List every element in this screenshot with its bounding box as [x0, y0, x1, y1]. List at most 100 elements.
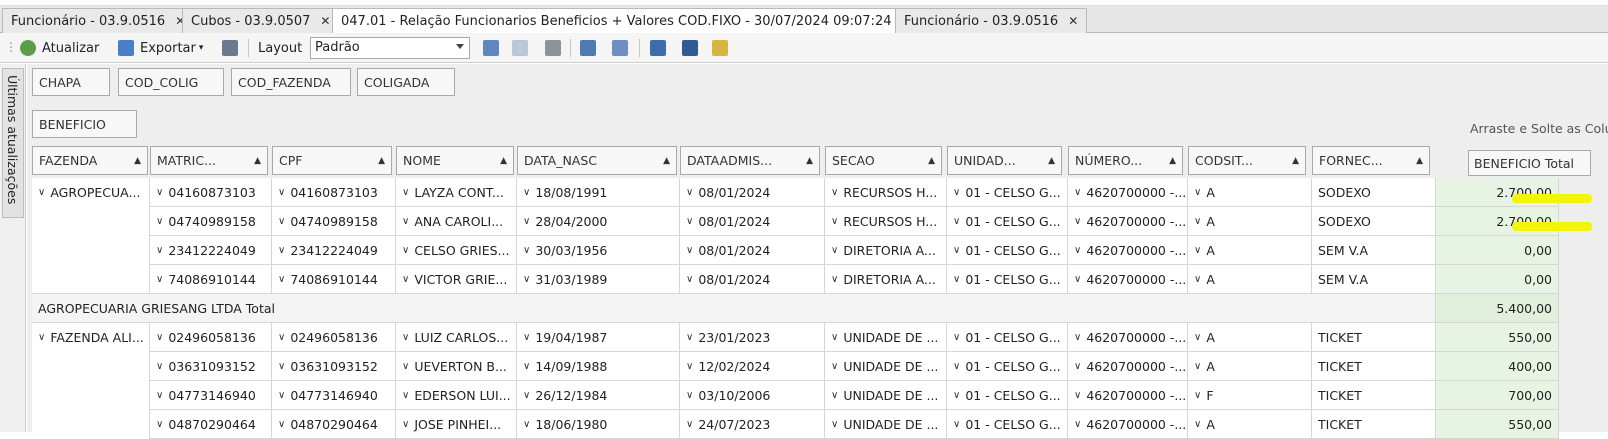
- subtotal-label-cell[interactable]: AGROPECUARIA GRIESANG LTDA Total: [32, 294, 1436, 323]
- close-icon[interactable]: ✕: [1068, 14, 1078, 28]
- table-cell[interactable]: ∨ LUIZ CARLOS...: [396, 323, 517, 352]
- table-cell[interactable]: ∨ UEVERTON B...: [396, 352, 517, 381]
- table-cell[interactable]: ∨ 4620700000 -...: [1068, 352, 1188, 381]
- table-cell[interactable]: ∨ 01 - CELSO G...: [947, 236, 1068, 265]
- table-cell[interactable]: ∨ 02496058136: [150, 323, 272, 352]
- table-cell[interactable]: ∨ 04773146940: [272, 381, 396, 410]
- row-group-cell[interactable]: ∨ FAZENDA ALI...: [32, 323, 150, 352]
- table-cell[interactable]: ∨ 4620700000 -...: [1068, 323, 1188, 352]
- table-cell[interactable]: ∨ 74086910144: [272, 265, 396, 294]
- table-cell[interactable]: ∨ 08/01/2024: [680, 236, 825, 265]
- table-cell[interactable]: ∨ 01 - CELSO G...: [947, 178, 1068, 207]
- table-cell[interactable]: ∨ 18/06/1980: [517, 410, 680, 439]
- table-cell[interactable]: ∨ 4620700000 -...: [1068, 178, 1188, 207]
- table-cell[interactable]: SEM V.A: [1312, 236, 1436, 265]
- filter-field-coligada[interactable]: COLIGADA: [357, 68, 455, 96]
- table-cell[interactable]: ∨ UNIDADE DE ...: [825, 323, 947, 352]
- table-cell[interactable]: ∨ 01 - CELSO G...: [947, 352, 1068, 381]
- tab-relacao-funcionarios[interactable]: 047.01 - Relação Funcionarios Beneficios…: [332, 8, 921, 34]
- column-header-codsituacao[interactable]: CODSIT... ▲: [1188, 146, 1306, 175]
- save-layout-button[interactable]: [483, 37, 499, 59]
- table-cell[interactable]: ∨ DIRETORIA A...: [825, 265, 947, 294]
- table-cell[interactable]: ∨ UNIDADE DE ...: [825, 352, 947, 381]
- table-cell[interactable]: ∨ 4620700000 -...: [1068, 265, 1188, 294]
- sum-button[interactable]: [682, 37, 698, 59]
- table-cell[interactable]: ∨ A: [1188, 323, 1312, 352]
- table-cell[interactable]: ∨ A: [1188, 207, 1312, 236]
- table-cell[interactable]: ∨ 26/12/1984: [517, 381, 680, 410]
- table-cell[interactable]: ∨ 04160873103: [272, 178, 396, 207]
- table-cell[interactable]: ∨ ANA CAROLI...: [396, 207, 517, 236]
- column-header-unidade[interactable]: UNIDAD... ▲: [947, 146, 1062, 175]
- table-cell[interactable]: ∨ 04740989158: [150, 207, 272, 236]
- table-cell[interactable]: ∨ 03631093152: [150, 352, 272, 381]
- table-cell[interactable]: ∨ UNIDADE DE ...: [825, 381, 947, 410]
- filter-field-chapa[interactable]: CHAPA: [32, 68, 110, 96]
- value-header-beneficio-total[interactable]: BENEFICIO Total: [1468, 150, 1591, 176]
- table-cell[interactable]: SEM V.A: [1312, 265, 1436, 294]
- table-cell[interactable]: ∨ UNIDADE DE ...: [825, 410, 947, 439]
- table-cell[interactable]: ∨ 04160873103: [150, 178, 272, 207]
- table-cell[interactable]: ∨ 04870290464: [272, 410, 396, 439]
- side-tab-ultimas-atualizacoes[interactable]: Últimas atualizações: [2, 68, 24, 218]
- table-cell[interactable]: ∨ 28/04/2000: [517, 207, 680, 236]
- subtotal-value-cell[interactable]: 5.400,00: [1436, 294, 1559, 323]
- table-cell[interactable]: SODEXO: [1312, 178, 1436, 207]
- table-cell[interactable]: ∨ 4620700000 -...: [1068, 410, 1188, 439]
- table-cell[interactable]: ∨ 74086910144: [150, 265, 272, 294]
- table-cell[interactable]: TICKET: [1312, 323, 1436, 352]
- table-cell[interactable]: ∨ 18/08/1991: [517, 178, 680, 207]
- filter-field-cod-colig[interactable]: COD_COLIG: [118, 68, 224, 96]
- table-cell[interactable]: ∨ 30/03/1956: [517, 236, 680, 265]
- table-cell[interactable]: ∨ 04740989158: [272, 207, 396, 236]
- value-cell[interactable]: 700,00: [1436, 381, 1559, 410]
- tab-funcionario-2[interactable]: Funcionário - 03.9.0516 ✕: [895, 8, 1088, 33]
- table-cell[interactable]: ∨ EDERSON LUI...: [396, 381, 517, 410]
- table-cell[interactable]: ∨ 4620700000 -...: [1068, 236, 1188, 265]
- table-cell[interactable]: ∨ VICTOR GRIE...: [396, 265, 517, 294]
- table-cell[interactable]: ∨ A: [1188, 265, 1312, 294]
- value-cell[interactable]: 550,00: [1436, 410, 1559, 439]
- table-cell[interactable]: ∨ 23/01/2023: [680, 323, 825, 352]
- table-cell[interactable]: ∨ JOSE PINHEI...: [396, 410, 517, 439]
- copy-layout-button[interactable]: [512, 37, 528, 59]
- table-cell[interactable]: ∨ CELSO GRIES...: [396, 236, 517, 265]
- table-cell[interactable]: ∨ 08/01/2024: [680, 178, 825, 207]
- row-group-cell[interactable]: ∨ AGROPECUA...: [32, 178, 150, 207]
- table-cell[interactable]: ∨ 01 - CELSO G...: [947, 410, 1068, 439]
- table-cell[interactable]: ∨ 02496058136: [272, 323, 396, 352]
- table-cell[interactable]: ∨ F: [1188, 381, 1312, 410]
- chart-button[interactable]: [712, 37, 728, 59]
- column-header-secao[interactable]: SECAO ▲: [825, 146, 942, 175]
- export-button[interactable]: Exportar ▾: [118, 37, 203, 59]
- data-field-beneficio[interactable]: BENEFICIO: [32, 110, 137, 138]
- table-cell[interactable]: ∨ A: [1188, 410, 1312, 439]
- table-cell[interactable]: ∨ DIRETORIA A...: [825, 236, 947, 265]
- table-cell[interactable]: ∨ 01 - CELSO G...: [947, 381, 1068, 410]
- table-cell[interactable]: ∨ 01 - CELSO G...: [947, 323, 1068, 352]
- value-cell[interactable]: 0,00: [1436, 236, 1559, 265]
- table-cell[interactable]: ∨ 31/03/1989: [517, 265, 680, 294]
- table-cell[interactable]: ∨ 4620700000 -...: [1068, 381, 1188, 410]
- column-header-cpf[interactable]: CPF ▲: [272, 146, 392, 175]
- value-cell[interactable]: 550,00: [1436, 323, 1559, 352]
- table-cell[interactable]: ∨ LAYZA CONT...: [396, 178, 517, 207]
- layout-select[interactable]: Padrão: [310, 37, 470, 59]
- table-cell[interactable]: ∨ 04773146940: [150, 381, 272, 410]
- column-header-dataadmissao[interactable]: DATAADMIS... ▲: [680, 146, 820, 175]
- tab-cubos[interactable]: Cubos - 03.9.0507 ✕: [182, 8, 340, 33]
- table-cell[interactable]: ∨ 14/09/1988: [517, 352, 680, 381]
- column-header-data-nasc[interactable]: DATA_NASC ▲: [517, 146, 677, 175]
- table-cell[interactable]: ∨ 01 - CELSO G...: [947, 265, 1068, 294]
- filter-field-cod-fazenda[interactable]: COD_FAZENDA: [231, 68, 351, 96]
- table-cell[interactable]: TICKET: [1312, 381, 1436, 410]
- table-cell[interactable]: ∨ 23412224049: [150, 236, 272, 265]
- table-cell[interactable]: ∨ 23412224049: [272, 236, 396, 265]
- table-cell[interactable]: TICKET: [1312, 410, 1436, 439]
- table-cell[interactable]: TICKET: [1312, 352, 1436, 381]
- column-header-matricula[interactable]: MATRIC... ▲: [150, 146, 268, 175]
- column-header-fornecedor[interactable]: FORNEC... ▲: [1312, 146, 1430, 175]
- value-cell[interactable]: 0,00: [1436, 265, 1559, 294]
- table-cell[interactable]: ∨ 03/10/2006: [680, 381, 825, 410]
- table-cell[interactable]: SODEXO: [1312, 207, 1436, 236]
